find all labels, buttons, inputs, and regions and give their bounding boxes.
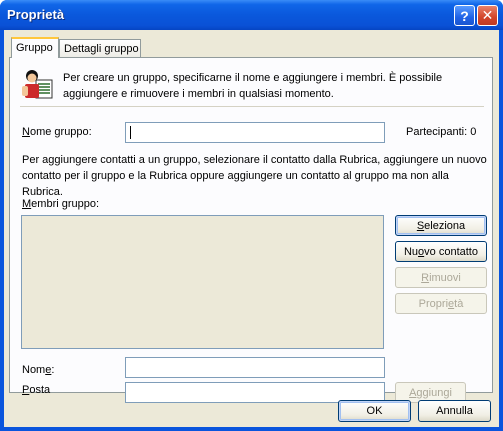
new-contact-button[interactable]: Nu o vo contatto [395,241,487,262]
dialog-client-area: Gruppo Dettagli gruppo Per creare un gru… [4,30,499,427]
group-name-label: Nome gruppo: [22,126,92,138]
select-button[interactable]: Seleziona [395,215,487,236]
cancel-button[interactable]: Annulla [418,400,491,422]
help-button[interactable]: ? [454,5,475,26]
members-list[interactable] [21,215,384,349]
members-label: Membri gruppo: [22,198,100,210]
group-icon [22,70,53,99]
tab-panel-gruppo: Per creare un gruppo, specificarne il no… [9,57,493,403]
window-border-right [499,30,503,431]
tab-dettagli-gruppo[interactable]: Dettagli gruppo [59,39,141,58]
group-name-input[interactable] [125,122,385,143]
tab-gruppo[interactable]: Gruppo [11,37,59,58]
remove-button[interactable]: Rimuovi [395,267,487,288]
dialog-window: Proprietà ? ✕ Gruppo Dettagli gruppo Per… [0,0,503,431]
divider [20,106,484,107]
contact-name-input[interactable] [125,357,385,378]
tab-dettagli-label: Dettagli gruppo [64,43,139,55]
contact-mail-label: Posta [22,384,51,396]
close-button[interactable]: ✕ [477,5,498,26]
properties-button[interactable]: Propri e tà [395,293,487,314]
ok-button[interactable]: OK [338,400,411,422]
participants-count: Partecipanti: 0 [406,126,477,138]
contact-name-label: Nome: [22,364,55,376]
title-bar[interactable]: Proprietà ? ✕ [0,0,503,30]
help-icon: ? [460,7,469,24]
text-caret [130,126,131,139]
tab-gruppo-label: Gruppo [16,42,53,54]
close-icon: ✕ [481,7,494,23]
window-title: Proprietà [7,7,65,22]
instructions-text: Per aggiungere contatti a un gruppo, sel… [22,154,487,198]
intro-text: Per creare un gruppo, specificarne il no… [63,72,443,100]
window-border-bottom [0,427,503,431]
